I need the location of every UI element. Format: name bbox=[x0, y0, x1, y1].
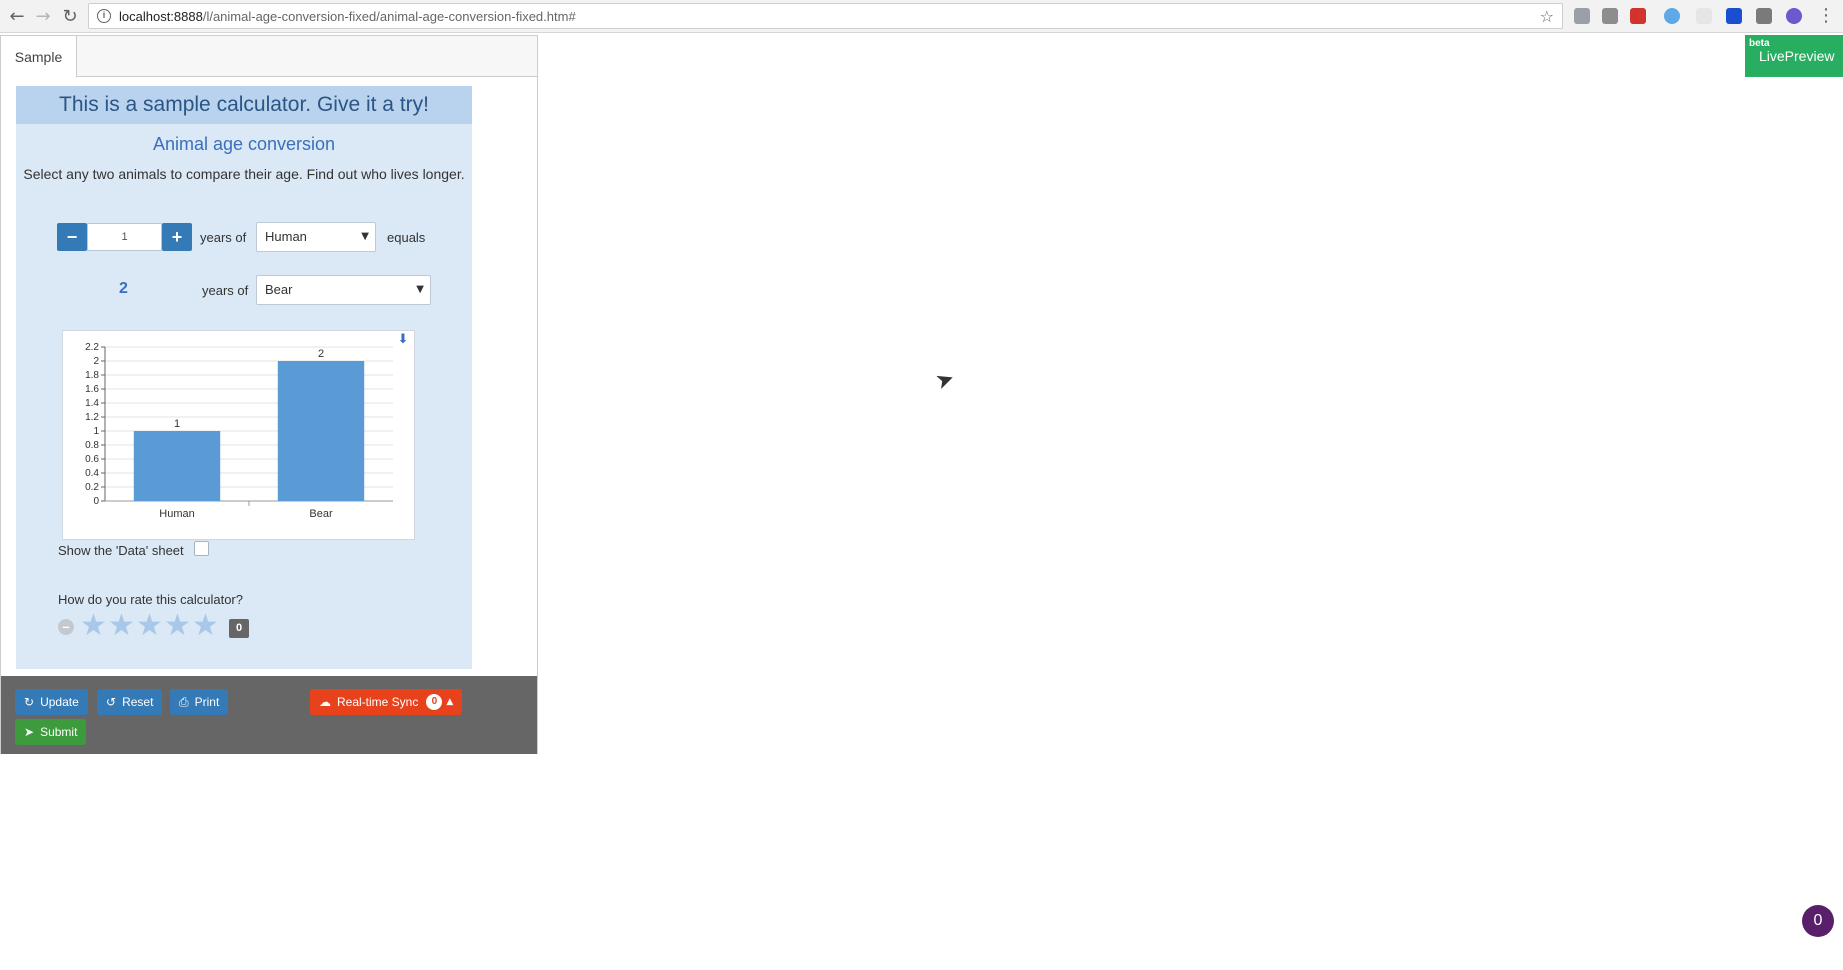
back-icon[interactable]: ← bbox=[4, 3, 30, 29]
y-tick-label: 2.2 bbox=[85, 342, 99, 353]
submit-label: Submit bbox=[40, 725, 78, 739]
tab-strip: Sample bbox=[1, 36, 537, 78]
y-tick-label: 0.2 bbox=[85, 482, 99, 493]
mouse-cursor-icon: ➤ bbox=[932, 365, 959, 396]
calculator-panel: Sample This is a sample calculator. Give… bbox=[0, 35, 538, 754]
y-tick-label: 2 bbox=[93, 356, 99, 367]
show-data-checkbox[interactable] bbox=[194, 541, 209, 556]
rating-star-5[interactable]: ★ bbox=[192, 611, 219, 641]
reset-button[interactable]: ↺ Reset bbox=[97, 689, 163, 715]
forward-icon[interactable]: → bbox=[30, 3, 56, 29]
rating-star-1[interactable]: ★ bbox=[80, 611, 107, 641]
years-input[interactable]: 1 bbox=[87, 223, 162, 251]
calculator-title: Animal age conversion bbox=[152, 134, 336, 154]
y-tick-label: 0.8 bbox=[85, 440, 99, 451]
data-label: 1 bbox=[174, 418, 180, 430]
clear-rating-icon[interactable]: – bbox=[58, 619, 74, 635]
print-icon: ⎙ bbox=[179, 694, 189, 709]
chevron-down-icon: ▼ bbox=[416, 284, 424, 295]
bar bbox=[133, 431, 221, 501]
cloud-sync-icon: ☁ bbox=[319, 695, 331, 709]
to-animal-select[interactable]: Bear ▼ bbox=[256, 275, 431, 305]
extension-icon-7[interactable] bbox=[1756, 8, 1772, 24]
rating-count-badge: 0 bbox=[229, 619, 249, 638]
rating-star-2[interactable]: ★ bbox=[108, 611, 135, 641]
data-label: 2 bbox=[318, 348, 324, 360]
reset-label: Reset bbox=[122, 695, 154, 709]
x-tick-label: Bear bbox=[309, 508, 333, 520]
address-url: localhost:8888/l/animal-age-conversion-f… bbox=[119, 8, 576, 24]
to-animal-value: Bear bbox=[265, 282, 293, 297]
extension-icon-8[interactable] bbox=[1786, 8, 1802, 24]
send-icon: ➤ bbox=[24, 725, 35, 739]
rating-star-3[interactable]: ★ bbox=[136, 611, 163, 641]
sync-count-badge: 0 bbox=[426, 694, 443, 710]
y-tick-label: 0 bbox=[93, 496, 99, 507]
action-toolbar: ↻ Update ↺ Reset ⎙ Print ☁ Real-time Sync 0 … bbox=[1, 676, 537, 754]
calculator-body: This is a sample calculator. Give it a t… bbox=[16, 86, 472, 669]
update-button[interactable]: ↻ Update bbox=[15, 689, 88, 715]
livepreview-label: LivePreview bbox=[1759, 48, 1835, 64]
calculator-description: Select any two animals to compare their … bbox=[23, 166, 465, 182]
extension-icon-1[interactable] bbox=[1574, 8, 1590, 24]
y-tick-label: 1 bbox=[93, 426, 99, 437]
decrement-button[interactable]: − bbox=[57, 223, 87, 251]
chevron-down-icon: ▼ bbox=[361, 231, 369, 242]
bar-chart-svg: 0 0.2 0.4 0.6 0.8 1 1.2 1.4 1.6 1.8 2 2.2 1 Human 2 Bea… bbox=[85, 342, 393, 520]
livepreview-badge[interactable]: beta LivePreview bbox=[1745, 35, 1843, 77]
browser-menu-icon[interactable]: ⋮ bbox=[1817, 5, 1835, 26]
caret-up-icon[interactable]: ▲ bbox=[446, 697, 453, 707]
extension-icon-3[interactable] bbox=[1630, 8, 1646, 24]
from-animal-value: Human bbox=[265, 229, 307, 244]
reload-icon[interactable]: ↻ bbox=[57, 3, 83, 29]
y-tick-label: 0.6 bbox=[85, 454, 99, 465]
y-tick-label: 1.2 bbox=[85, 412, 99, 423]
download-icon[interactable]: ⬇ bbox=[396, 333, 410, 347]
from-animal-select[interactable]: Human ▼ bbox=[256, 222, 376, 252]
extension-icon-2[interactable] bbox=[1602, 8, 1618, 24]
age-chart: ⬇ 0 0.2 0.4 0.6 0.8 1 1.2 1.4 1.6 1.8 2 2.2 1 Human 2 B… bbox=[62, 330, 415, 540]
reset-icon: ↺ bbox=[106, 695, 117, 709]
extension-icon-5[interactable] bbox=[1696, 8, 1712, 24]
realtime-sync-button[interactable]: ☁ Real-time Sync 0 ▲ bbox=[310, 689, 463, 715]
y-tick-label: 1.4 bbox=[85, 398, 99, 409]
y-tick-label: 0.4 bbox=[85, 468, 99, 479]
extension-icon-6[interactable] bbox=[1726, 8, 1742, 24]
bookmark-star-icon[interactable]: ☆ bbox=[1540, 7, 1554, 26]
show-data-label: Show the 'Data' sheet bbox=[58, 543, 184, 558]
rating-star-4[interactable]: ★ bbox=[164, 611, 191, 641]
tab-sample[interactable]: Sample bbox=[1, 36, 77, 78]
print-label: Print bbox=[194, 695, 220, 709]
refresh-icon: ↻ bbox=[24, 695, 35, 709]
rate-question: How do you rate this calculator? bbox=[58, 592, 243, 607]
extension-icon-4[interactable] bbox=[1664, 8, 1680, 24]
chat-bubble[interactable]: 0 bbox=[1802, 905, 1834, 937]
address-bar[interactable]: i localhost:8888/l/animal-age-conversion… bbox=[88, 3, 1563, 29]
sync-label: Real-time Sync bbox=[337, 695, 419, 709]
years-of-label-result: years of bbox=[202, 283, 249, 298]
submit-button[interactable]: ➤ Submit bbox=[15, 719, 87, 745]
y-tick-label: 1.8 bbox=[85, 370, 99, 381]
years-of-label: years of bbox=[200, 230, 247, 245]
increment-button[interactable]: + bbox=[162, 223, 192, 251]
calculator-heading: This is a sample calculator. Give it a t… bbox=[16, 86, 472, 124]
bar bbox=[277, 361, 365, 501]
x-tick-label: Human bbox=[159, 508, 194, 520]
equals-label: equals bbox=[387, 230, 426, 245]
print-button[interactable]: ⎙ Print bbox=[170, 689, 229, 715]
update-label: Update bbox=[40, 695, 79, 709]
y-tick-label: 1.6 bbox=[85, 384, 99, 395]
browser-toolbar: ← → ↻ i localhost:8888/l/animal-age-conv… bbox=[0, 0, 1843, 33]
info-icon[interactable]: i bbox=[97, 9, 111, 23]
result-value: 2 bbox=[119, 280, 128, 297]
